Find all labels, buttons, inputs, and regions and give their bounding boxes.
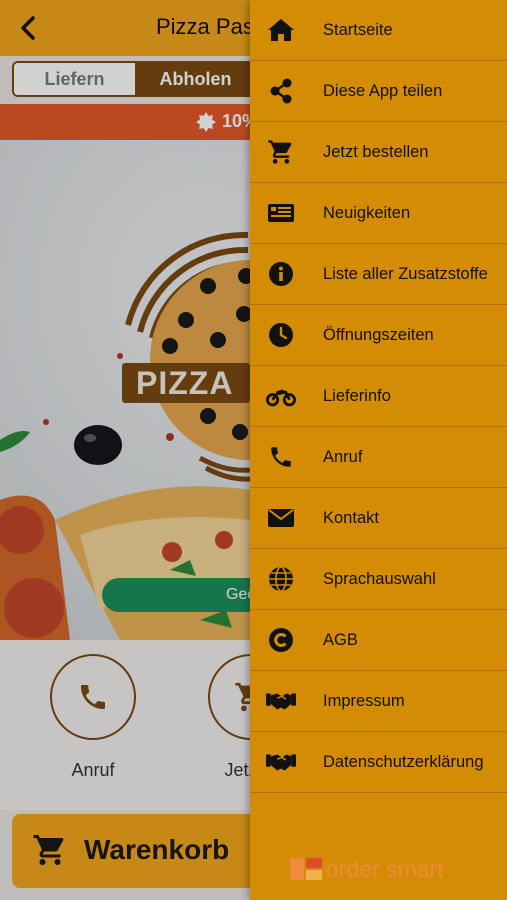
motorcycle-icon — [266, 381, 296, 411]
menu-label-delivery-info: Lieferinfo — [323, 386, 391, 405]
menu-label-home: Startseite — [323, 20, 393, 39]
menu-item-order[interactable]: Jetzt bestellen — [250, 122, 507, 183]
menu-item-terms[interactable]: AGB — [250, 610, 507, 671]
envelope-icon — [266, 503, 296, 533]
menu-label-privacy: Datenschutzerklärung — [323, 752, 484, 771]
menu-item-opening-hours[interactable]: Öffnungszeiten — [250, 305, 507, 366]
side-drawer: Startseite Diese App teilen Jetzt bestel… — [250, 0, 507, 900]
menu-item-language[interactable]: Sprachauswahl — [250, 549, 507, 610]
order-smart-logo: order smart — [290, 856, 460, 884]
copyright-icon — [266, 625, 296, 655]
menu-label-share: Diese App teilen — [323, 81, 443, 100]
globe-icon — [266, 564, 296, 594]
info-icon — [266, 259, 296, 289]
home-icon — [266, 15, 296, 45]
menu-item-call[interactable]: Anruf — [250, 427, 507, 488]
menu-label-news: Neuigkeiten — [323, 203, 411, 222]
menu-item-share[interactable]: Diese App teilen — [250, 61, 507, 122]
phone-icon — [266, 442, 296, 472]
clock-icon — [266, 320, 296, 350]
menu-label-language: Sprachauswahl — [323, 569, 436, 588]
cart-icon — [266, 137, 296, 167]
share-icon — [266, 76, 296, 106]
handshake-icon — [266, 686, 296, 716]
brand-name: order smart — [326, 856, 444, 882]
menu-label-order: Jetzt bestellen — [323, 142, 429, 161]
newspaper-icon — [266, 198, 296, 228]
menu-item-imprint[interactable]: Impressum — [250, 671, 507, 732]
menu-item-contact[interactable]: Kontakt — [250, 488, 507, 549]
menu-label-contact: Kontakt — [323, 508, 379, 527]
menu-label-additives: Liste aller Zusatzstoffe — [323, 264, 488, 283]
menu-label-opening-hours: Öffnungszeiten — [323, 325, 434, 344]
menu-item-additives[interactable]: Liste aller Zusatzstoffe — [250, 244, 507, 305]
menu-label-imprint: Impressum — [323, 691, 405, 710]
menu-label-call: Anruf — [323, 447, 363, 466]
menu-item-delivery-info[interactable]: Lieferinfo — [250, 366, 507, 427]
menu-item-privacy[interactable]: Datenschutzerklärung — [250, 732, 507, 793]
menu-item-news[interactable]: Neuigkeiten — [250, 183, 507, 244]
order-smart-logo-icon — [290, 858, 322, 880]
menu-item-home[interactable]: Startseite — [250, 0, 507, 61]
handshake-icon — [266, 747, 296, 777]
menu-label-terms: AGB — [323, 630, 358, 649]
